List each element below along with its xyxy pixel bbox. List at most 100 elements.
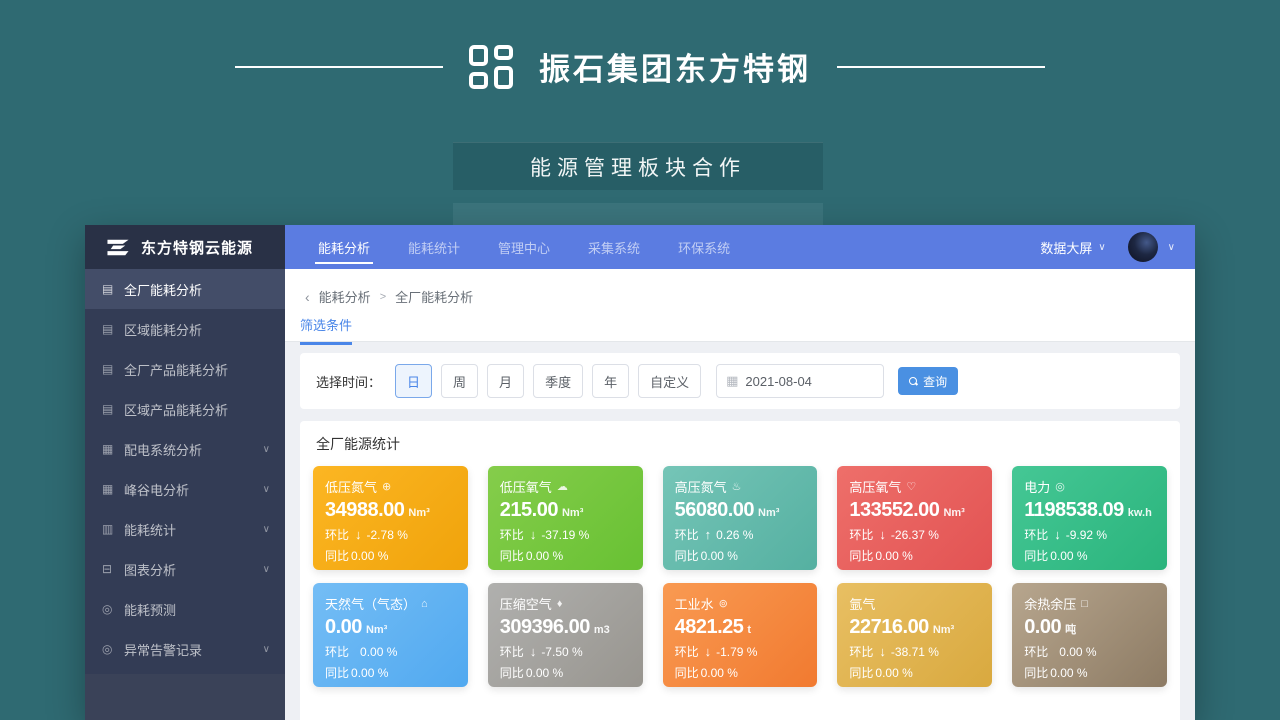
panel-icon: ▤ [102,362,124,376]
sidebar-item-power-distribution-analysis[interactable]: ▦ 配电系统分析 ∨ [85,429,285,469]
square-icon: □ [1081,598,1088,610]
query-button[interactable]: 查询 [898,367,958,395]
company-logo-icon [469,45,513,89]
heart-icon: ♡ [906,480,916,493]
dashboard-window: 东方特钢云能源 能耗分析 能耗统计 管理中心 采集系统 环保系统 [85,225,1195,720]
cloud-icon: ☁ [557,480,568,493]
time-option-quarter[interactable]: 季度 [533,364,583,398]
sidebar-item-peak-valley-analysis[interactable]: ▦ 峰谷电分析 ∨ [85,469,285,509]
nav-right-area: 数据大屏 ∨ ∨ [1040,225,1195,269]
z-logo-icon [105,239,131,256]
page-header-section: ‹ 能耗分析 > 全厂能耗分析 筛选条件 [285,269,1195,342]
trend-down-icon: ↓ [879,644,886,659]
time-select-label: 选择时间： [316,372,381,391]
banner-subtitle-partial-box [453,203,823,225]
time-option-day[interactable]: 日 [395,364,432,398]
stat-card-high-pressure-oxygen: 高压氧气♡ 133552.00Nm³ 环比↓-26.37 % 同比0.00 % [837,466,992,570]
trend-down-icon: ↓ [530,527,537,542]
unit-label: kw.h [1128,507,1152,519]
nav-item-energy-analysis[interactable]: 能耗分析 [299,225,389,269]
user-avatar[interactable] [1128,232,1158,262]
stat-card-industrial-water: 工业水⊚ 4821.25t 环比↓-1.79 % 同比0.00 % [663,583,818,687]
droplet-icon: ♦ [557,598,563,610]
calendar-icon: ▦ [726,373,738,389]
panel-icon: ▤ [102,402,124,416]
stats-cards-grid: 低压氮气⊕ 34988.00Nm³ 环比↓-2.78 % 同比0.00 % 低压… [300,454,1180,687]
unit-label: 吨 [1065,624,1076,636]
search-icon: ◎ [102,602,124,616]
chevron-down-icon: ∨ [263,484,270,495]
filter-panel: 选择时间： 日 周 月 季度 年 自定义 ▦ 查询 [300,353,1180,409]
sidebar-item-region-product-energy-analysis[interactable]: ▤ 区域产品能耗分析 [85,389,285,429]
active-tab-underline [315,262,373,264]
sidebar-item-plant-product-energy-analysis[interactable]: ▤ 全厂产品能耗分析 [85,349,285,389]
report-icon: ▥ [102,522,124,536]
sidebar-item-energy-statistics[interactable]: ▥ 能耗统计 ∨ [85,509,285,549]
top-nav-items: 能耗分析 能耗统计 管理中心 采集系统 环保系统 [285,225,749,269]
stat-card-low-pressure-nitrogen: 低压氮气⊕ 34988.00Nm³ 环比↓-2.78 % 同比0.00 % [313,466,468,570]
unit-label: Nm³ [943,507,964,519]
sidebar-item-region-energy-analysis[interactable]: ▤ 区域能耗分析 [85,309,285,349]
unit-label: t [747,624,751,636]
user-menu-chevron-down-icon[interactable]: ∨ [1168,242,1175,253]
tab-filter-conditions[interactable]: 筛选条件 [300,315,352,345]
breadcrumb-item-plant-energy-analysis: 全厂能耗分析 [395,287,473,306]
top-nav-bar: 东方特钢云能源 能耗分析 能耗统计 管理中心 采集系统 环保系统 [85,225,1195,269]
sidebar-item-energy-forecast[interactable]: ◎ 能耗预测 [85,589,285,629]
decorative-line-right [837,66,1045,68]
time-option-week[interactable]: 周 [441,364,478,398]
chevron-down-icon: ∨ [263,524,270,535]
back-icon[interactable]: ‹ [305,289,310,305]
data-screen-dropdown[interactable]: 数据大屏 ∨ [1040,238,1105,257]
trend-down-icon: ↓ [1054,527,1061,542]
page: 振石集团东方特钢 能源管理板块合作 东方特钢云能源 能耗分析 [0,0,1280,720]
stat-card-argon: 氩气 22716.00Nm³ 环比↓-38.71 % 同比0.00 % [837,583,992,687]
chevron-down-icon: ∨ [263,564,270,575]
trend-down-icon: ↓ [530,644,537,659]
breadcrumb-separator-icon: > [380,291,386,303]
gas-icon: ⊕ [382,480,391,493]
app-logo[interactable]: 东方特钢云能源 [85,225,285,269]
stat-card-compressed-air: 压缩空气♦ 309396.00m3 环比↓-7.50 % 同比0.00 % [488,583,643,687]
nav-item-energy-statistics[interactable]: 能耗统计 [389,225,479,269]
stat-card-natural-gas: 天然气（气态）⌂ 0.00Nm³ 环比0.00 % 同比0.00 % [313,583,468,687]
unit-label: Nm³ [758,507,779,519]
banner-title: 振石集团东方特钢 [539,44,811,89]
sidebar-item-plant-energy-analysis[interactable]: ▤ 全厂能耗分析 [85,269,285,309]
stat-card-waste-heat-pressure: 余热余压□ 0.00吨 环比0.00 % 同比0.00 % [1012,583,1167,687]
water-icon: ⊚ [719,597,728,610]
panel-icon: ▤ [102,282,124,296]
app-logo-text: 东方特钢云能源 [141,237,253,258]
stat-card-high-pressure-nitrogen: 高压氮气♨ 56080.00Nm³ 环比↑0.26 % 同比0.00 % [663,466,818,570]
banner: 振石集团东方特钢 [0,44,1280,89]
meter-icon: ◎ [1055,480,1065,493]
unit-label: Nm³ [408,507,429,519]
sidebar: ▤ 全厂能耗分析 ▤ 区域能耗分析 ▤ 全厂产品能耗分析 ▤ 区域产品能耗分析 … [85,269,285,720]
time-option-year[interactable]: 年 [592,364,629,398]
banner-subtitle: 能源管理板块合作 [453,142,823,190]
sidebar-item-abnormal-alarm-records[interactable]: ◎ 异常告警记录 ∨ [85,629,285,669]
chart-icon: ⊟ [102,562,124,576]
nav-item-management-center[interactable]: 管理中心 [479,225,569,269]
grid-icon: ▦ [102,482,124,496]
unit-label: m3 [594,624,610,636]
chevron-down-icon: ∨ [1098,242,1105,253]
date-picker[interactable]: ▦ [716,364,884,398]
breadcrumb-item-energy-analysis[interactable]: 能耗分析 [319,287,371,306]
trend-down-icon: ↓ [705,644,712,659]
sidebar-item-chart-analysis[interactable]: ⊟ 图表分析 ∨ [85,549,285,589]
unit-label: Nm³ [933,624,954,636]
chevron-down-icon: ∨ [263,644,270,655]
search-icon [909,377,918,386]
nav-item-collection-system[interactable]: 采集系统 [569,225,659,269]
time-option-custom[interactable]: 自定义 [638,364,701,398]
breadcrumb: ‹ 能耗分析 > 全厂能耗分析 [305,287,473,306]
time-option-month[interactable]: 月 [487,364,524,398]
stat-card-electric-power: 电力◎ 1198538.09kw.h 环比↓-9.92 % 同比0.00 % [1012,466,1167,570]
unit-label: Nm³ [562,507,583,519]
trend-up-icon: ↑ [705,527,712,542]
nav-item-environment-system[interactable]: 环保系统 [659,225,749,269]
date-input[interactable] [745,374,855,389]
sidebar-footer [85,674,285,720]
stats-section-title: 全厂能源统计 [300,421,1180,454]
